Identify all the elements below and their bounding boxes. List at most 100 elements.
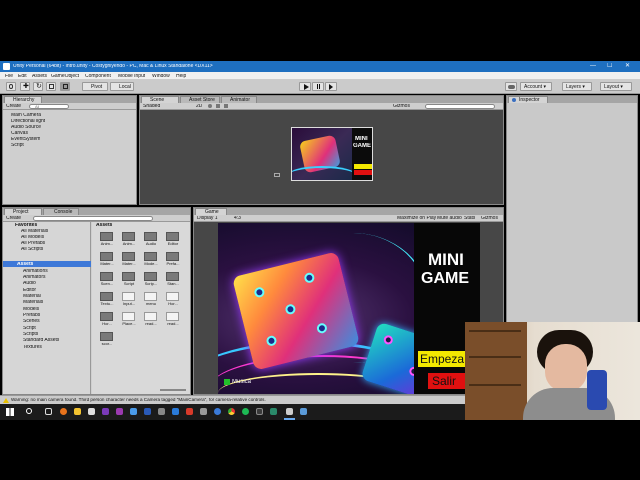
edge-icon[interactable]	[172, 408, 179, 415]
app-icon-2[interactable]	[256, 408, 263, 415]
tab-console[interactable]: Console	[43, 208, 79, 215]
step-button[interactable]	[325, 82, 337, 91]
hand-tool-button[interactable]	[6, 82, 16, 91]
asset-thumbnail[interactable]	[100, 292, 113, 301]
asset-thumbnail[interactable]	[144, 232, 157, 241]
asset-thumbnail[interactable]	[122, 292, 135, 301]
menu-component[interactable]: Component	[85, 74, 111, 79]
minimize-button[interactable]: —	[590, 63, 596, 69]
menu-window[interactable]: Window	[152, 74, 170, 79]
asset-thumbnail[interactable]	[122, 312, 135, 321]
asset-thumbnail[interactable]	[122, 272, 135, 281]
tab-game[interactable]: Game	[195, 208, 227, 215]
asset-thumbnail[interactable]	[100, 332, 113, 341]
menu-edit[interactable]: Edit	[18, 74, 27, 79]
hierarchy-item-script[interactable]: Script	[11, 143, 24, 149]
word-icon[interactable]	[144, 408, 151, 415]
layout-dropdown[interactable]: Layout ▾	[600, 82, 632, 91]
asset-thumbnail[interactable]	[166, 232, 179, 241]
move-tool-button[interactable]: ✚	[20, 82, 30, 91]
hierarchy-create-button[interactable]: Create	[6, 104, 21, 109]
firefox-icon[interactable]	[60, 408, 67, 415]
tab-scene[interactable]: Scene	[141, 96, 179, 103]
asset-thumbnail[interactable]	[166, 312, 179, 321]
scene-search-input[interactable]	[425, 104, 495, 109]
tab-asset-store[interactable]: Asset Store	[180, 96, 220, 103]
maximize-button[interactable]: ☐	[607, 63, 612, 69]
tab-hierarchy[interactable]: Hierarchy	[4, 96, 42, 103]
scene-gizmos-dropdown[interactable]: Gizmos	[393, 104, 410, 109]
app-icon-4[interactable]	[300, 408, 307, 415]
asset-thumbnail[interactable]	[166, 272, 179, 281]
tab-animator[interactable]: Animator	[221, 96, 257, 103]
app-icon-3[interactable]	[270, 408, 277, 415]
audio-icon[interactable]	[216, 104, 220, 108]
settings-icon[interactable]	[158, 408, 165, 415]
asset-thumbnail[interactable]	[144, 292, 157, 301]
explorer-icon[interactable]	[74, 408, 81, 415]
pivot-toggle[interactable]: Pivot	[82, 82, 108, 91]
asset-thumbnail[interactable]	[166, 252, 179, 261]
unity-taskbar-icon[interactable]	[286, 408, 293, 415]
asset-thumbnail[interactable]	[122, 232, 135, 241]
folder-textures[interactable]: Textures	[23, 345, 42, 351]
asset-thumbnail[interactable]	[100, 232, 113, 241]
asset-thumbnail[interactable]	[144, 312, 157, 321]
browser-icon[interactable]	[214, 408, 221, 415]
menu-gameobject[interactable]: GameObject	[51, 74, 79, 79]
asset-thumbnail[interactable]	[166, 292, 179, 301]
stats-toggle[interactable]: Stats	[464, 216, 475, 221]
local-toggle[interactable]: Local	[110, 82, 134, 91]
maximize-on-play-toggle[interactable]: Maximize on Play	[397, 216, 436, 221]
layers-dropdown[interactable]: Layers ▾	[562, 82, 592, 91]
status-message[interactable]: Warning: no main camera found. Third per…	[11, 398, 431, 403]
scale-tool-button[interactable]	[46, 82, 56, 91]
music-toggle[interactable]: Musica	[224, 378, 264, 386]
onenote-icon[interactable]	[116, 408, 123, 415]
effects-icon[interactable]	[224, 104, 228, 108]
play-button[interactable]	[299, 82, 311, 91]
tab-project[interactable]: Project	[4, 208, 42, 215]
photos-icon[interactable]	[200, 408, 207, 415]
cloud-button[interactable]	[505, 82, 517, 91]
search-icon[interactable]	[26, 408, 32, 414]
rotate-tool-button[interactable]: ↻	[33, 82, 43, 91]
store-icon[interactable]	[88, 408, 95, 415]
assets-header-row[interactable]: Assets	[3, 261, 91, 267]
assets-breadcrumb[interactable]: Assets	[96, 223, 112, 228]
folder-standard-assets[interactable]: Standard Assets	[23, 338, 59, 344]
game-gizmos-dropdown[interactable]: Gizmos	[481, 216, 498, 221]
project-create-button[interactable]: Create	[6, 216, 21, 221]
menu-mobile-input[interactable]: Mobile Input	[118, 74, 145, 79]
thumbnail-size-slider[interactable]	[160, 389, 186, 391]
shading-mode-dropdown[interactable]: Shaded	[143, 104, 160, 109]
menu-help[interactable]: Help	[176, 74, 186, 79]
folder-scenes[interactable]: Scenes	[23, 319, 40, 325]
display-dropdown[interactable]: Display 1	[197, 216, 218, 221]
asset-thumbnail[interactable]	[100, 312, 113, 321]
rect-tool-button[interactable]	[60, 82, 70, 91]
aspect-dropdown[interactable]: 4:3	[234, 216, 241, 221]
asset-thumbnail[interactable]	[144, 252, 157, 261]
lighting-icon[interactable]	[208, 104, 212, 108]
folder-audio[interactable]: Audio	[23, 281, 36, 287]
mute-audio-toggle[interactable]: Mute audio	[437, 216, 462, 221]
visual-studio-icon[interactable]	[102, 408, 109, 415]
scene-canvas-preview[interactable]: MINI GAME	[291, 127, 373, 181]
audio-app-icon[interactable]	[186, 408, 193, 415]
menu-assets[interactable]: Assets	[32, 74, 47, 79]
favorites-header[interactable]: Favorites	[15, 223, 37, 228]
task-view-icon[interactable]	[45, 408, 52, 415]
asset-thumbnail[interactable]	[144, 272, 157, 281]
pause-button[interactable]	[312, 82, 324, 91]
hierarchy-search-input[interactable]: All	[29, 104, 69, 109]
windows-start-icon[interactable]	[6, 408, 14, 416]
menu-file[interactable]: File	[5, 74, 13, 79]
folder-materials[interactable]: Materials	[23, 300, 43, 306]
project-search-input[interactable]	[33, 216, 153, 221]
asset-thumbnail[interactable]	[100, 252, 113, 261]
tab-inspector[interactable]: Inspector	[508, 96, 548, 103]
favorite-all-scripts[interactable]: All Scripts	[21, 247, 43, 253]
asset-thumbnail[interactable]	[100, 272, 113, 281]
close-button[interactable]: ✕	[625, 63, 630, 69]
